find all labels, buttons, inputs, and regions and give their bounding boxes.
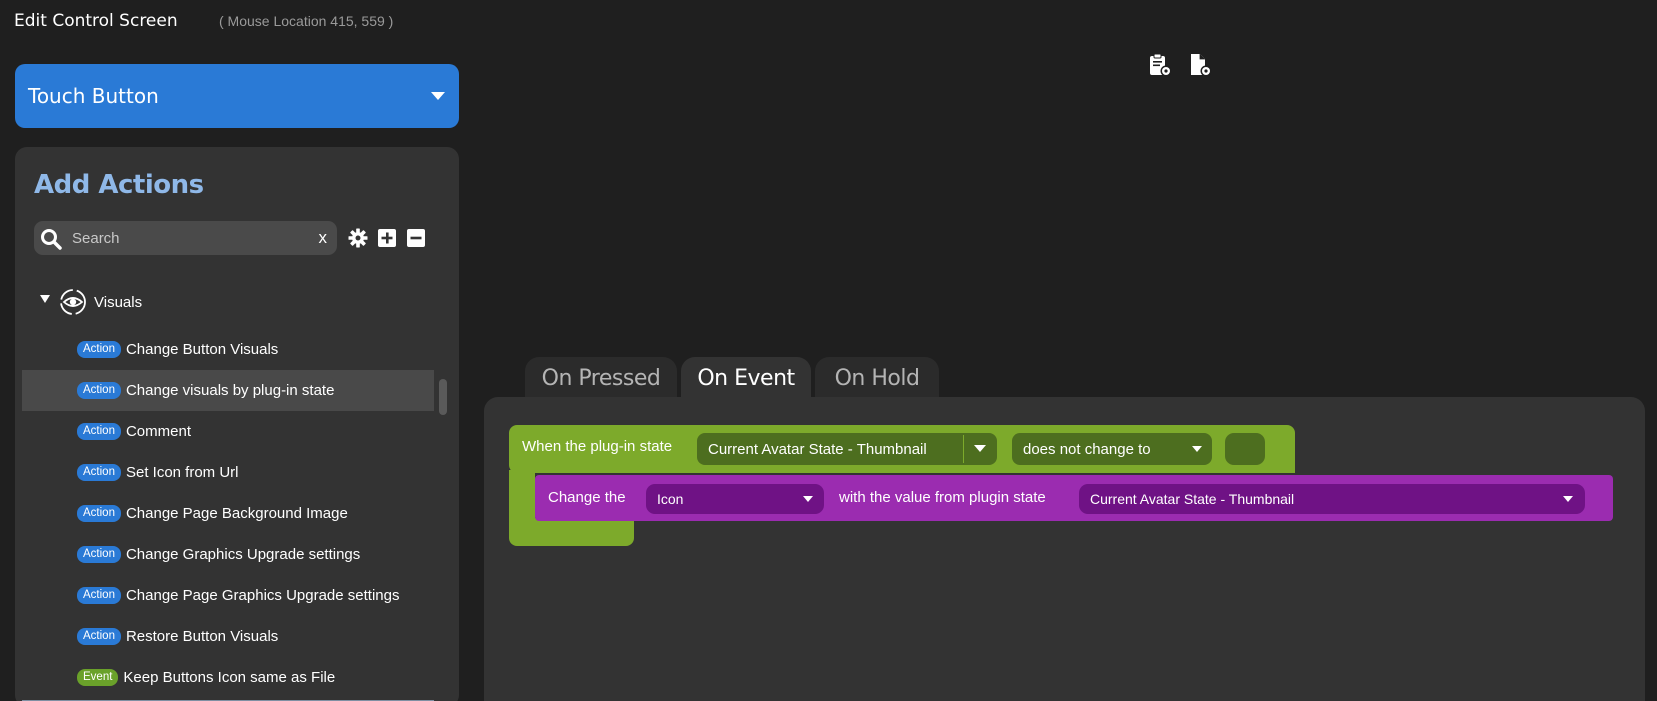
- condition-value: does not change to: [1023, 440, 1151, 458]
- action-badge: Action: [77, 587, 121, 604]
- eye-icon: [60, 289, 86, 315]
- add-actions-panel: Add Actions x: [15, 147, 459, 701]
- control-type-label: Touch Button: [28, 84, 159, 108]
- action-badge: Action: [77, 464, 121, 481]
- list-item-label: Restore Button Visuals: [125, 628, 279, 645]
- action-badge: Action: [77, 341, 121, 358]
- event-block-arm: [509, 470, 535, 520]
- action-badge: Action: [77, 628, 121, 645]
- scrollbar-thumb[interactable]: [439, 379, 447, 415]
- tab-on-hold[interactable]: On Hold: [815, 357, 939, 399]
- event-block-foot: [509, 518, 634, 546]
- search-clear-button[interactable]: x: [319, 228, 328, 248]
- dropdown-separator: [963, 435, 964, 463]
- plugin-state-value: Current Avatar State - Thumbnail: [708, 440, 927, 458]
- compare-value-field[interactable]: [1225, 433, 1265, 465]
- search-box: x: [34, 221, 337, 255]
- action-badge: Action: [77, 505, 121, 522]
- action-badge: Action: [77, 423, 121, 440]
- chevron-down-icon: [974, 445, 986, 452]
- event-badge: Event: [77, 669, 119, 686]
- search-icon: [41, 229, 62, 250]
- screen-title: Edit Control Screen: [14, 11, 178, 31]
- action-prefix-text: Change the: [548, 489, 626, 506]
- list-item[interactable]: Action Change Page Background Image: [22, 493, 434, 534]
- list-item[interactable]: Action Change visuals by plug-in state: [22, 370, 434, 411]
- search-input[interactable]: [72, 227, 302, 249]
- list-item-label: Change Page Graphics Upgrade settings: [125, 587, 400, 604]
- action-badge: Action: [77, 546, 121, 563]
- file-settings-icon[interactable]: [1188, 53, 1212, 77]
- gear-icon[interactable]: [348, 228, 368, 248]
- list-item-label: Change visuals by plug-in state: [125, 382, 335, 399]
- chevron-down-icon: [431, 92, 445, 100]
- source-state-value: Current Avatar State - Thumbnail: [1090, 491, 1295, 507]
- event-prefix-text: When the plug-in state: [522, 438, 673, 455]
- chevron-down-icon: [1563, 496, 1573, 502]
- list-item-label: Change Page Background Image: [125, 505, 348, 522]
- list-item-label: Set Icon from Url: [125, 464, 239, 481]
- plus-square-icon[interactable]: [377, 228, 397, 248]
- action-block[interactable]: Change the Icon with the value from plug…: [535, 475, 1613, 521]
- chevron-down-icon: [1192, 446, 1202, 452]
- property-value: Icon: [657, 491, 684, 507]
- control-type-dropdown[interactable]: Touch Button: [15, 64, 459, 128]
- list-item[interactable]: Action Restore Button Visuals: [22, 616, 434, 657]
- list-item-label: Comment: [125, 423, 191, 440]
- action-list: Action Change Button Visuals Action Chan…: [22, 329, 434, 698]
- list-item[interactable]: Action Change Page Graphics Upgrade sett…: [22, 575, 434, 616]
- list-item[interactable]: Action Comment: [22, 411, 434, 452]
- category-label: Visuals: [94, 293, 143, 311]
- property-dropdown[interactable]: Icon: [646, 484, 824, 514]
- list-item-label: Keep Buttons Icon same as File: [123, 669, 336, 686]
- action-badge: Action: [77, 382, 121, 399]
- tab-on-event[interactable]: On Event: [681, 357, 811, 399]
- chevron-down-icon: [803, 496, 813, 502]
- list-item[interactable]: Action Set Icon from Url: [22, 452, 434, 493]
- category-visuals[interactable]: Visuals: [40, 285, 142, 319]
- clipboard-settings-icon[interactable]: [1148, 53, 1172, 77]
- plugin-state-dropdown[interactable]: Current Avatar State - Thumbnail: [697, 433, 997, 465]
- action-middle-text: with the value from plugin state: [839, 489, 1046, 506]
- list-item[interactable]: Event Keep Buttons Icon same as File: [22, 657, 434, 698]
- list-item-label: Change Graphics Upgrade settings: [125, 546, 361, 563]
- list-item[interactable]: Action Change Graphics Upgrade settings: [22, 534, 434, 575]
- list-item-label: Change Button Visuals: [125, 341, 279, 358]
- event-block[interactable]: When the plug-in state Current Avatar St…: [509, 425, 1295, 473]
- add-actions-heading: Add Actions: [34, 170, 204, 200]
- tab-on-pressed[interactable]: On Pressed: [525, 357, 677, 399]
- mouse-location-readout: ( Mouse Location 415, 559 ): [219, 13, 394, 29]
- condition-dropdown[interactable]: does not change to: [1012, 433, 1212, 465]
- source-state-dropdown[interactable]: Current Avatar State - Thumbnail: [1079, 484, 1585, 514]
- minus-square-icon[interactable]: [406, 228, 426, 248]
- list-item[interactable]: Action Change Button Visuals: [22, 329, 434, 370]
- caret-down-icon[interactable]: [40, 295, 50, 303]
